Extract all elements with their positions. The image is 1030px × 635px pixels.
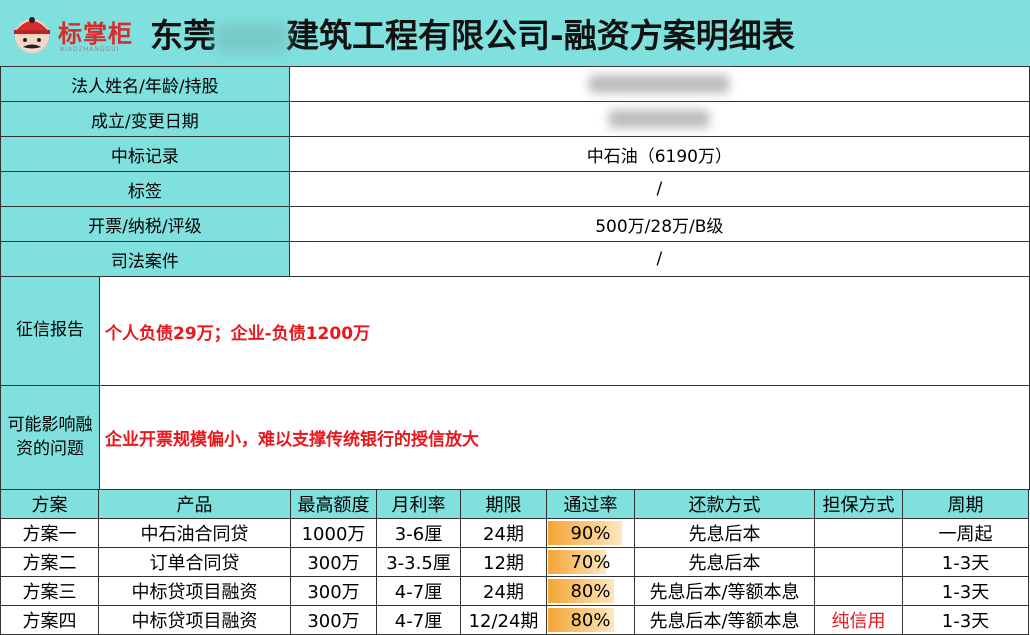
plan-rate: 4-7厘: [376, 576, 461, 606]
pass-rate-cell: 70%: [546, 547, 635, 577]
pass-rate-text: 70%: [570, 551, 611, 573]
plan-rate: 4-7厘: [376, 605, 461, 635]
plan-repay: 先息后本/等额本息: [634, 605, 815, 635]
plan-rate: 3-3.5厘: [376, 547, 461, 577]
plan-limit: 300万: [290, 576, 377, 606]
plan-product: 中标贷项目融资: [98, 605, 291, 635]
plan-limit: 1000万: [290, 518, 377, 548]
credit-report-label: 征信报告: [1, 277, 100, 385]
info-value-redacted: [288, 66, 1030, 102]
info-label: 成立/变更日期: [0, 101, 290, 137]
info-label: 司法案件: [0, 241, 290, 277]
column-header: 产品: [98, 489, 291, 519]
plan-repay: 先息后本: [634, 547, 815, 577]
brand-logo: 标掌柜 BIAOZHANGGUI: [8, 6, 138, 60]
plan-cycle: 1-3天: [902, 576, 1029, 606]
plan-name: 方案三: [0, 576, 99, 606]
plan-limit: 300万: [290, 547, 377, 577]
plan-cycle: 一周起: [902, 518, 1029, 548]
column-header: 担保方式: [814, 489, 903, 519]
plan-term: 12/24期: [460, 605, 547, 635]
pass-rate-cell: 80%: [546, 605, 635, 635]
plan-limit: 300万: [290, 605, 377, 635]
column-header: 还款方式: [634, 489, 815, 519]
info-label: 标签: [0, 171, 290, 207]
column-header: 通过率: [546, 489, 635, 519]
mascot-icon: [14, 17, 50, 53]
plan-repay: 先息后本/等额本息: [634, 576, 815, 606]
pass-rate-text: 80%: [570, 580, 611, 602]
plan-row: 方案三 中标贷项目融资 300万 4-7厘 24期 80% 先息后本/等额本息 …: [0, 576, 1029, 606]
info-row: 中标记录 中石油（6190万）: [0, 136, 1030, 172]
issues-row: 可能影响融资的问题 企业开票规模偏小，难以支撑传统银行的授信放大: [0, 385, 1030, 490]
plan-guarantee: 纯信用: [814, 605, 903, 635]
info-value: 中石油（6190万）: [288, 136, 1030, 172]
info-value: 500万/28万/B级: [288, 206, 1030, 242]
plan-name: 方案四: [0, 605, 99, 635]
plan-guarantee: [814, 576, 903, 606]
plan-rate: 3-6厘: [376, 518, 461, 548]
plan-guarantee: [814, 518, 903, 548]
plan-row: 方案二 订单合同贷 300万 3-3.5厘 12期 70% 先息后本 1-3天: [0, 547, 1029, 577]
plan-row: 方案一 中石油合同贷 1000万 3-6厘 24期 90% 先息后本 一周起: [0, 518, 1029, 548]
pass-rate-text: 80%: [570, 609, 611, 631]
issues-label: 可能影响融资的问题: [1, 386, 100, 489]
info-row: 司法案件 /: [0, 241, 1030, 277]
column-header: 周期: [902, 489, 1029, 519]
title-suffix: 建筑工程有限公司-融资方案明细表: [286, 16, 795, 55]
info-label: 开票/纳税/评级: [0, 206, 290, 242]
plans-header-row: 方案 产品 最高额度 月利率 期限 通过率 还款方式 担保方式 周期: [0, 489, 1029, 519]
issues-value: 企业开票规模偏小，难以支撑传统银行的授信放大: [105, 430, 479, 450]
plan-product: 订单合同贷: [98, 547, 291, 577]
info-row: 成立/变更日期: [0, 101, 1030, 137]
column-header: 期限: [460, 489, 547, 519]
company-info-table: 法人姓名/年龄/持股 成立/变更日期 中标记录 中石油（6190万） 标签 / …: [0, 66, 1030, 277]
redacted-name: [216, 23, 286, 52]
info-row: 开票/纳税/评级 500万/28万/B级: [0, 206, 1030, 242]
pass-rate-cell: 90%: [546, 518, 635, 548]
plan-cycle: 1-3天: [902, 547, 1029, 577]
plan-repay: 先息后本: [634, 518, 815, 548]
plan-cycle: 1-3天: [902, 605, 1029, 635]
plan-term: 24期: [460, 576, 547, 606]
redacted-value: [589, 75, 730, 93]
plan-guarantee: [814, 547, 903, 577]
title-prefix: 东莞: [150, 16, 216, 55]
plan-product: 中标贷项目融资: [98, 576, 291, 606]
info-label: 中标记录: [0, 136, 290, 172]
column-header: 最高额度: [290, 489, 377, 519]
info-label: 法人姓名/年龄/持股: [0, 66, 290, 102]
column-header: 方案: [0, 489, 99, 519]
credit-report-value: 个人负债29万；企业-负债1200万: [105, 323, 371, 344]
logo-subtext: BIAOZHANGGUI: [60, 46, 120, 53]
column-header: 月利率: [376, 489, 461, 519]
credit-report-row: 征信报告 个人负债29万；企业-负债1200万: [0, 276, 1030, 386]
pass-rate-cell: 80%: [546, 576, 635, 606]
page-title: 东莞 建筑工程有限公司-融资方案明细表: [150, 9, 795, 57]
financing-plans-table: 方案 产品 最高额度 月利率 期限 通过率 还款方式 担保方式 周期 方案一 中…: [0, 489, 1029, 635]
plan-term: 12期: [460, 547, 547, 577]
title-banner: 标掌柜 BIAOZHANGGUI 东莞 建筑工程有限公司-融资方案明细表: [0, 0, 1030, 66]
plan-name: 方案二: [0, 547, 99, 577]
pass-rate-text: 90%: [570, 522, 611, 544]
info-row: 法人姓名/年龄/持股: [0, 66, 1030, 102]
redacted-value: [609, 110, 710, 128]
plan-product: 中石油合同贷: [98, 518, 291, 548]
plan-row: 方案四 中标贷项目融资 300万 4-7厘 12/24期 80% 先息后本/等额…: [0, 605, 1029, 635]
info-value-redacted: [288, 101, 1030, 137]
info-value: /: [288, 241, 1030, 277]
plan-name: 方案一: [0, 518, 99, 548]
info-value: /: [288, 171, 1030, 207]
info-row: 标签 /: [0, 171, 1030, 207]
plan-term: 24期: [460, 518, 547, 548]
logo-text: 标掌柜: [58, 20, 133, 48]
